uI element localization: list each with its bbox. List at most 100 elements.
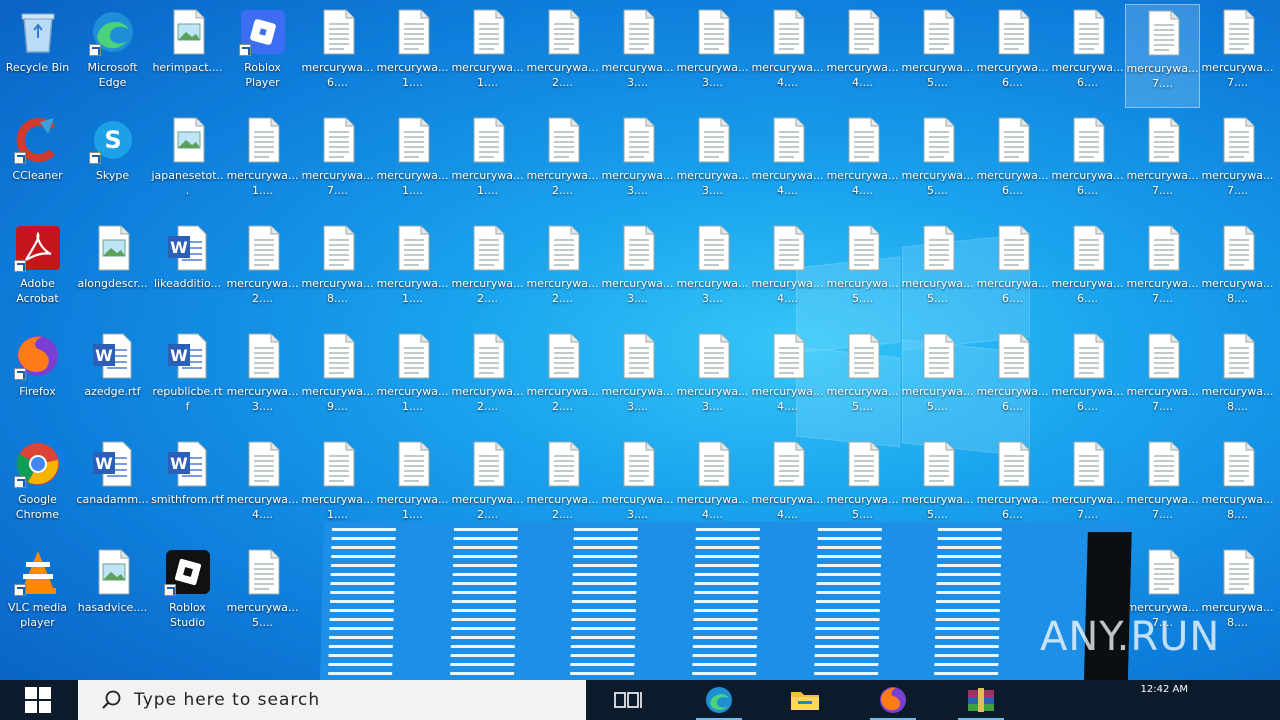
desktop-icon-doc[interactable]: mercurywa... 1.... bbox=[450, 112, 525, 216]
desktop-icon-doc[interactable]: mercurywa... 8.... bbox=[1200, 220, 1275, 324]
desktop-icon-image[interactable]: hasadvice.... bbox=[75, 544, 150, 648]
desktop-icon-doc[interactable]: mercurywa... 6.... bbox=[975, 4, 1050, 108]
desktop-icon-doc[interactable]: mercurywa... 7.... bbox=[1125, 436, 1200, 540]
desktop-icon-doc[interactable]: mercurywa... 5.... bbox=[900, 4, 975, 108]
desktop-icon-doc[interactable]: mercurywa... 3.... bbox=[225, 328, 300, 432]
desktop-icon-doc[interactable]: mercurywa... 3.... bbox=[600, 220, 675, 324]
desktop-icon-doc[interactable]: mercurywa... 2.... bbox=[450, 328, 525, 432]
desktop-icon-word[interactable]: Wrepublicbe.rtf bbox=[150, 328, 225, 432]
desktop-icon-doc[interactable]: mercurywa... 3.... bbox=[675, 220, 750, 324]
desktop-icon-doc[interactable]: mercurywa... 8.... bbox=[300, 220, 375, 324]
desktop-icon-doc[interactable]: mercurywa... 3.... bbox=[600, 112, 675, 216]
desktop-icon-doc[interactable]: mercurywa... 7.... bbox=[1125, 328, 1200, 432]
desktop-icon-doc[interactable]: mercurywa... 6.... bbox=[1050, 4, 1125, 108]
desktop-icon-doc[interactable]: mercurywa... 2.... bbox=[225, 220, 300, 324]
desktop-icon-doc[interactable]: mercurywa... 9.... bbox=[300, 328, 375, 432]
desktop-icon-doc[interactable]: mercurywa... 3.... bbox=[675, 328, 750, 432]
desktop-icon-doc[interactable]: mercurywa... 2.... bbox=[450, 220, 525, 324]
desktop-icon-doc[interactable]: mercurywa... 7.... bbox=[1125, 220, 1200, 324]
desktop-icon-edge[interactable]: Microsoft Edge bbox=[75, 4, 150, 108]
doc-icon bbox=[1214, 332, 1262, 380]
system-clock[interactable]: 12:42 AM bbox=[1141, 684, 1188, 695]
desktop-icon-doc[interactable]: mercurywa... 4.... bbox=[825, 4, 900, 108]
taskbar-file-explorer-button[interactable] bbox=[776, 680, 834, 720]
desktop-icon-doc[interactable]: mercurywa... 6.... bbox=[1050, 328, 1125, 432]
desktop-icon-doc[interactable]: mercurywa... 6.... bbox=[975, 328, 1050, 432]
desktop-icon-word[interactable]: Wcanadamm... bbox=[75, 436, 150, 540]
taskbar-search-box[interactable] bbox=[78, 680, 586, 720]
desktop-icon-acrobat[interactable]: Adobe Acrobat bbox=[0, 220, 75, 324]
desktop-icon-doc[interactable]: mercurywa... 4.... bbox=[225, 436, 300, 540]
desktop-icon-doc[interactable]: mercurywa... 2.... bbox=[525, 328, 600, 432]
desktop-icon-label: mercurywa... 3.... bbox=[676, 385, 749, 413]
desktop-icon-doc[interactable]: mercurywa... 6.... bbox=[975, 220, 1050, 324]
desktop-icon-doc[interactable]: mercurywa... 4.... bbox=[825, 112, 900, 216]
desktop-icon-doc[interactable]: mercurywa... 1.... bbox=[375, 328, 450, 432]
desktop-icon-doc[interactable]: mercurywa... 3.... bbox=[675, 112, 750, 216]
desktop-icon-doc[interactable]: mercurywa... 3.... bbox=[675, 4, 750, 108]
doc-icon bbox=[1064, 116, 1112, 164]
desktop-icon-doc[interactable]: mercurywa... 8.... bbox=[1200, 436, 1275, 540]
doc-icon bbox=[1139, 9, 1187, 57]
desktop-icon-doc[interactable]: mercurywa... 1.... bbox=[450, 4, 525, 108]
desktop-icon-doc[interactable]: mercurywa... 2.... bbox=[525, 220, 600, 324]
desktop-icon-doc[interactable]: mercurywa... 6.... bbox=[1050, 220, 1125, 324]
desktop-icon-doc[interactable]: mercurywa... 5.... bbox=[900, 220, 975, 324]
desktop-icon-doc[interactable]: mercurywa... 4.... bbox=[750, 220, 825, 324]
desktop-icon-firefox[interactable]: Firefox bbox=[0, 328, 75, 432]
taskbar-firefox-button[interactable] bbox=[864, 680, 922, 720]
desktop-icon-doc[interactable]: mercurywa... 5.... bbox=[825, 220, 900, 324]
desktop-icon-doc[interactable]: mercurywa... 5.... bbox=[900, 112, 975, 216]
desktop-icon-doc[interactable]: mercurywa... 1.... bbox=[225, 112, 300, 216]
desktop-icon-doc[interactable]: mercurywa... 2.... bbox=[525, 112, 600, 216]
desktop-icon-image[interactable]: herimpact.... bbox=[150, 4, 225, 108]
desktop-icon-doc[interactable]: mercurywa... 7.... bbox=[1125, 112, 1200, 216]
taskbar-winrar-button[interactable] bbox=[952, 680, 1010, 720]
desktop-icon-doc[interactable]: mercurywa... 1.... bbox=[375, 220, 450, 324]
start-button[interactable] bbox=[0, 680, 76, 720]
desktop-icon-doc[interactable]: mercurywa... 4.... bbox=[750, 112, 825, 216]
desktop-icon-doc[interactable]: mercurywa... 3.... bbox=[600, 4, 675, 108]
search-icon bbox=[92, 680, 132, 720]
desktop-icon-doc[interactable]: mercurywa... 5.... bbox=[900, 328, 975, 432]
desktop-icon-doc[interactable]: mercurywa... 6.... bbox=[300, 4, 375, 108]
search-input[interactable] bbox=[132, 689, 556, 711]
desktop-icon-label: mercurywa... 2.... bbox=[526, 277, 599, 305]
taskbar-edge-button[interactable] bbox=[690, 680, 748, 720]
desktop-icon-doc[interactable]: mercurywa... 7.... bbox=[300, 112, 375, 216]
desktop-icon-doc[interactable]: mercurywa... 7.... bbox=[1200, 112, 1275, 216]
task-view-button[interactable] bbox=[600, 680, 658, 720]
desktop-icon-word[interactable]: Wsmithfrom.rtf bbox=[150, 436, 225, 540]
doc-icon bbox=[464, 440, 512, 488]
desktop-icon-image[interactable]: alongdescr... bbox=[75, 220, 150, 324]
desktop-icon-doc[interactable]: mercurywa... 6.... bbox=[975, 112, 1050, 216]
desktop-icon-label: mercurywa... 7.... bbox=[1126, 277, 1199, 305]
desktop-icon-skype[interactable]: S Skype bbox=[75, 112, 150, 216]
task-view-icon bbox=[614, 692, 642, 708]
desktop-icon-doc[interactable]: mercurywa... 7.... bbox=[1200, 4, 1275, 108]
desktop-icon-doc[interactable]: mercurywa... 5.... bbox=[825, 328, 900, 432]
desktop-icon-label: mercurywa... 5.... bbox=[901, 277, 974, 305]
desktop-icon-ccleaner[interactable]: CCleaner bbox=[0, 112, 75, 216]
desktop-icon-chrome[interactable]: Google Chrome bbox=[0, 436, 75, 540]
desktop-icon-doc[interactable]: mercurywa... 6.... bbox=[1050, 112, 1125, 216]
desktop-icon-doc[interactable]: mercurywa... 7.... bbox=[1125, 4, 1200, 108]
desktop-icon-doc[interactable]: mercurywa... 5.... bbox=[225, 544, 300, 648]
desktop-icon-doc[interactable]: mercurywa... 8.... bbox=[1200, 328, 1275, 432]
desktop-icon-doc[interactable]: mercurywa... 4.... bbox=[750, 328, 825, 432]
desktop-icon-word[interactable]: Wazedge.rtf bbox=[75, 328, 150, 432]
word-icon: W bbox=[89, 440, 137, 488]
desktop-icon-doc[interactable]: mercurywa... 4.... bbox=[750, 4, 825, 108]
desktop-icon-roblox[interactable]: Roblox Player bbox=[225, 4, 300, 108]
doc-icon bbox=[1064, 224, 1112, 272]
desktop-icon-doc[interactable]: mercurywa... 3.... bbox=[600, 328, 675, 432]
doc-icon bbox=[1139, 224, 1187, 272]
desktop-icon-image[interactable]: japanesetot... bbox=[150, 112, 225, 216]
desktop-icon-word[interactable]: Wlikeadditio... bbox=[150, 220, 225, 324]
desktop-icon-recycle[interactable]: Recycle Bin bbox=[0, 4, 75, 108]
desktop-icon-doc[interactable]: mercurywa... 1.... bbox=[375, 112, 450, 216]
desktop-icon-doc[interactable]: mercurywa... 1.... bbox=[375, 4, 450, 108]
desktop-icon-doc[interactable]: mercurywa... 2.... bbox=[525, 4, 600, 108]
desktop-icon-vlc[interactable]: VLC media player bbox=[0, 544, 75, 648]
desktop-icon-robloxstudio[interactable]: Roblox Studio bbox=[150, 544, 225, 648]
